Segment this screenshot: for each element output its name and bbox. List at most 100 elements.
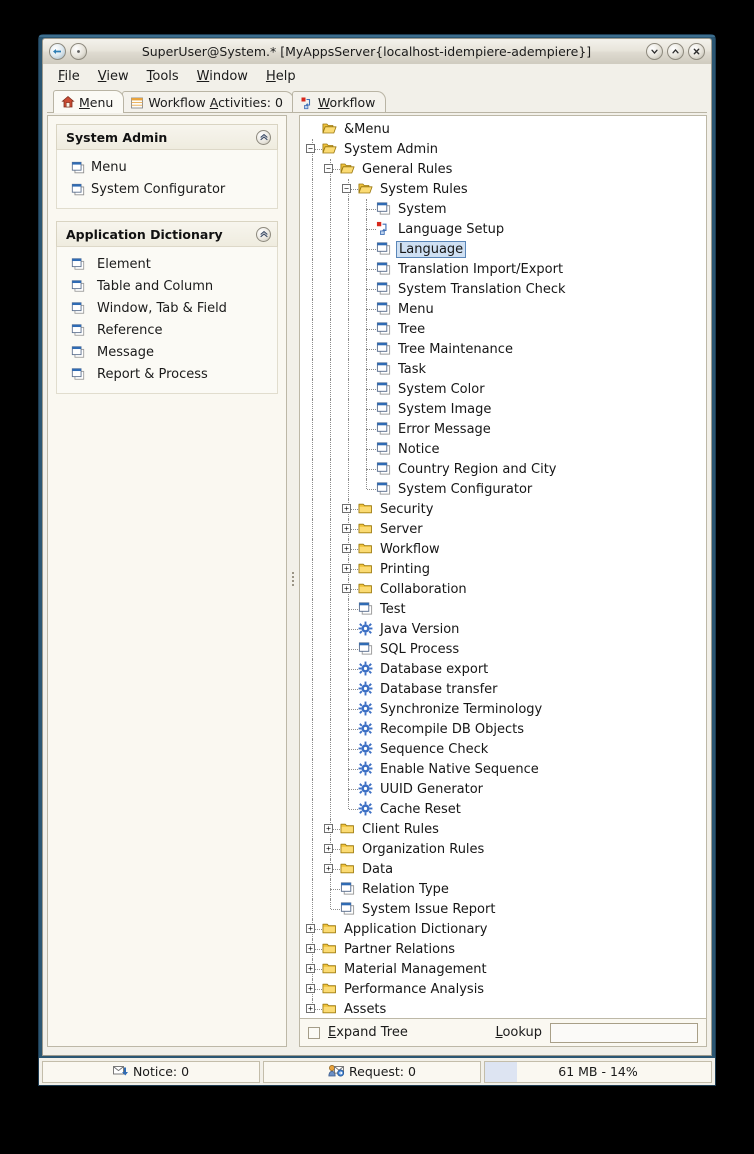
tree-node[interactable]: +Workflow: [304, 539, 706, 559]
tree-handle[interactable]: +: [322, 859, 340, 879]
tree-expand-plus-icon[interactable]: +: [342, 564, 351, 573]
tree-node[interactable]: +Performance Analysis: [304, 979, 706, 999]
panel-system-admin-header[interactable]: System Admin: [56, 124, 278, 150]
tree-handle[interactable]: [358, 379, 376, 399]
tree-handle[interactable]: +: [340, 499, 358, 519]
tree-handle[interactable]: +: [304, 939, 322, 959]
tree-handle[interactable]: [340, 799, 358, 819]
tree-handle[interactable]: [340, 739, 358, 759]
tree-node[interactable]: Relation Type: [304, 879, 706, 899]
menu-window[interactable]: Window: [188, 67, 257, 86]
tree-handle[interactable]: [358, 339, 376, 359]
tree-node[interactable]: +Application Dictionary: [304, 919, 706, 939]
tree-node[interactable]: Tree Maintenance: [304, 339, 706, 359]
sidebar-item-element[interactable]: Element: [57, 254, 277, 276]
tree-handle[interactable]: +: [304, 919, 322, 939]
tree-handle[interactable]: [340, 779, 358, 799]
tree-node[interactable]: +Security: [304, 499, 706, 519]
minimize-icon[interactable]: [646, 43, 663, 60]
sidebar-item-report-process[interactable]: Report & Process: [57, 364, 277, 386]
tree-node[interactable]: +Server: [304, 519, 706, 539]
tree-node[interactable]: Database export: [304, 659, 706, 679]
tree-node[interactable]: SQL Process: [304, 639, 706, 659]
tree-expand-plus-icon[interactable]: +: [342, 504, 351, 513]
tree-handle[interactable]: [322, 899, 340, 919]
tree-node[interactable]: Task: [304, 359, 706, 379]
tree-handle[interactable]: +: [340, 559, 358, 579]
tree-handle[interactable]: +: [304, 999, 322, 1019]
tree-handle[interactable]: [358, 199, 376, 219]
tree-node[interactable]: Language: [304, 239, 706, 259]
tree-handle[interactable]: [358, 219, 376, 239]
tree-node[interactable]: Synchronize Terminology: [304, 699, 706, 719]
tree-node[interactable]: +Assets: [304, 999, 706, 1019]
tree-node[interactable]: −System Rules: [304, 179, 706, 199]
tree-node[interactable]: Cache Reset: [304, 799, 706, 819]
sidebar-item-message[interactable]: Message: [57, 342, 277, 364]
tree-collapse-minus-icon[interactable]: −: [306, 144, 315, 153]
tree-expand-plus-icon[interactable]: +: [342, 544, 351, 553]
tree-expand-plus-icon[interactable]: +: [306, 924, 315, 933]
tree-handle[interactable]: [340, 659, 358, 679]
panel-application-dictionary-header[interactable]: Application Dictionary: [56, 221, 278, 247]
sidebar-item-menu[interactable]: Menu: [57, 157, 277, 179]
tree-node[interactable]: Translation Import/Export: [304, 259, 706, 279]
tab-workflow-activities[interactable]: Workflow Activities: 0: [122, 91, 294, 113]
tree-handle[interactable]: +: [322, 819, 340, 839]
tree-expand-plus-icon[interactable]: +: [306, 984, 315, 993]
tree-handle[interactable]: [358, 479, 376, 499]
tree-node[interactable]: +Data: [304, 859, 706, 879]
tree-handle[interactable]: [358, 239, 376, 259]
tree-node[interactable]: System Configurator: [304, 479, 706, 499]
tree-handle[interactable]: +: [304, 959, 322, 979]
sidebar-item-window-tab-field[interactable]: Window, Tab & Field: [57, 298, 277, 320]
tree-handle[interactable]: [340, 639, 358, 659]
tree-expand-plus-icon[interactable]: +: [306, 944, 315, 953]
tree-node[interactable]: System Color: [304, 379, 706, 399]
tree-node[interactable]: Test: [304, 599, 706, 619]
tree-node[interactable]: Country Region and City: [304, 459, 706, 479]
tree-node[interactable]: Menu: [304, 299, 706, 319]
tree-node[interactable]: UUID Generator: [304, 779, 706, 799]
chevron-up-double-icon[interactable]: [256, 227, 271, 242]
tree-handle[interactable]: −: [304, 139, 322, 159]
tree-expand-plus-icon[interactable]: +: [306, 964, 315, 973]
tree-handle[interactable]: −: [322, 159, 340, 179]
tree-handle[interactable]: +: [340, 539, 358, 559]
tree-node[interactable]: Sequence Check: [304, 739, 706, 759]
tree-node[interactable]: −General Rules: [304, 159, 706, 179]
tree-node[interactable]: +Client Rules: [304, 819, 706, 839]
tree-handle[interactable]: [358, 359, 376, 379]
tree-collapse-minus-icon[interactable]: −: [324, 164, 333, 173]
expand-tree-label[interactable]: Expand Tree: [328, 1025, 408, 1040]
tree-node[interactable]: +Organization Rules: [304, 839, 706, 859]
tree-node[interactable]: Recompile DB Objects: [304, 719, 706, 739]
expand-tree-checkbox[interactable]: [308, 1027, 320, 1039]
tree-handle[interactable]: [340, 759, 358, 779]
tree-node[interactable]: Error Message: [304, 419, 706, 439]
tree-handle[interactable]: [340, 679, 358, 699]
tree-handle[interactable]: [358, 399, 376, 419]
tree-node[interactable]: Language Setup: [304, 219, 706, 239]
tree-expand-plus-icon[interactable]: +: [324, 824, 333, 833]
chevron-up-double-icon[interactable]: [256, 130, 271, 145]
tree-node[interactable]: System Issue Report: [304, 899, 706, 919]
tree-node[interactable]: Database transfer: [304, 679, 706, 699]
tree-handle[interactable]: [340, 619, 358, 639]
tree-handle[interactable]: +: [340, 519, 358, 539]
tree-handle[interactable]: [358, 419, 376, 439]
tree-handle[interactable]: [340, 599, 358, 619]
status-request[interactable]: Request: 0: [263, 1061, 481, 1083]
maximize-icon[interactable]: [667, 43, 684, 60]
menu-tools[interactable]: Tools: [138, 67, 188, 86]
tree-handle[interactable]: [358, 279, 376, 299]
tree-handle[interactable]: [322, 879, 340, 899]
tree-node[interactable]: Java Version: [304, 619, 706, 639]
tree-node[interactable]: Notice: [304, 439, 706, 459]
tree-node[interactable]: +Printing: [304, 559, 706, 579]
tree-node[interactable]: &Menu: [304, 119, 706, 139]
tree-expand-plus-icon[interactable]: +: [306, 1004, 315, 1013]
split-pane-divider[interactable]: [287, 115, 299, 1047]
menu-file[interactable]: File: [49, 67, 89, 86]
tree-handle[interactable]: +: [340, 579, 358, 599]
